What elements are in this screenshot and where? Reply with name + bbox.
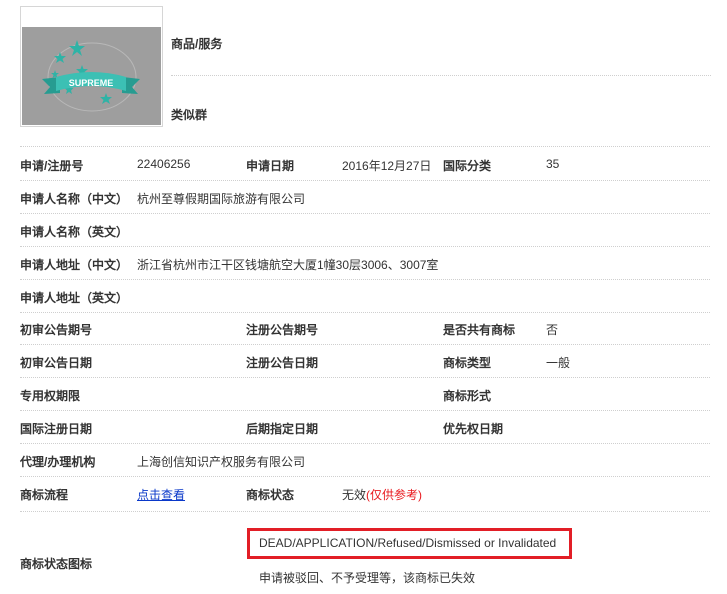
- status-chinese-text: 申请被驳回、不予受理等，该商标已失效: [259, 571, 476, 585]
- application-number-label: 申请/注册号: [20, 159, 84, 173]
- later-designation-date-label: 后期指定日期: [246, 422, 319, 436]
- applicant-address-en-label: 申请人地址（英文）: [20, 291, 129, 305]
- logo-ribbon-text: SUPREME: [69, 78, 114, 88]
- application-date-value: 2016年12月27日: [342, 159, 432, 173]
- info-row-applicant-name-en: 申请人名称（英文）: [20, 214, 710, 247]
- exclusive-period-label: 专用权期限: [20, 389, 81, 403]
- applicant-name-cn-value: 杭州至尊假期国际旅游有限公司: [137, 192, 306, 206]
- info-row-applicant-address-cn: 申请人地址（中文） 浙江省杭州市江干区钱塘航空大厦1幢30层3006、3007室: [20, 247, 710, 280]
- mark-status-value: 无效(仅供参考): [342, 488, 423, 502]
- application-date-label: 申请日期: [246, 159, 295, 173]
- info-row-application-number: 申请/注册号 22406256 申请日期 2016年12月27日 国际分类 35: [20, 148, 710, 181]
- trademark-image-frame: SUPREME: [20, 6, 163, 127]
- info-row-announcement-issue: 初审公告期号 注册公告期号 是否共有商标 否: [20, 312, 710, 345]
- info-row-announcement-date: 初审公告日期 注册公告日期 商标类型 一般: [20, 345, 710, 378]
- applicant-address-cn-label: 申请人地址（中文）: [20, 258, 129, 272]
- info-row-agency: 代理/办理机构 上海创信知识产权服务有限公司: [20, 444, 710, 477]
- prelim-date-label: 初审公告日期: [20, 356, 93, 370]
- applicant-name-en-label: 申请人名称（英文）: [20, 225, 129, 239]
- agency-label: 代理/办理机构: [20, 455, 96, 469]
- intl-class-label: 国际分类: [443, 159, 492, 173]
- status-icon-label: 商标状态图标: [20, 557, 93, 571]
- view-process-link[interactable]: 点击查看: [137, 486, 185, 503]
- shared-mark-label: 是否共有商标: [443, 323, 516, 337]
- mark-type-label: 商标类型: [443, 356, 492, 370]
- similar-group-label: 类似群: [171, 108, 208, 122]
- trademark-logo: SUPREME: [22, 27, 161, 125]
- reg-issue-label: 注册公告期号: [246, 323, 319, 337]
- agency-value: 上海创信知识产权服务有限公司: [137, 455, 306, 469]
- divider: [20, 146, 710, 147]
- reference-note: (仅供参考): [366, 488, 423, 502]
- info-row-applicant-address-en: 申请人地址（英文）: [20, 280, 710, 313]
- status-english-text: DEAD/APPLICATION/Refused/Dismissed or In…: [259, 536, 557, 550]
- applicant-address-cn-value: 浙江省杭州市江干区钱塘航空大厦1幢30层3006、3007室: [137, 258, 439, 272]
- divider: [171, 75, 711, 76]
- shared-mark-value: 否: [546, 323, 559, 337]
- intl-class-value: 35: [546, 157, 560, 171]
- goods-services-label: 商品/服务: [171, 37, 223, 51]
- info-row-process: 商标流程 点击查看 商标状态 无效(仅供参考): [20, 477, 710, 512]
- mark-form-label: 商标形式: [443, 389, 492, 403]
- mark-status-label: 商标状态: [246, 488, 295, 502]
- prelim-issue-label: 初审公告期号: [20, 323, 93, 337]
- reg-date-label: 注册公告日期: [246, 356, 319, 370]
- info-row-exclusive-right: 专用权期限 商标形式: [20, 378, 710, 411]
- applicant-name-cn-label: 申请人名称（中文）: [20, 192, 129, 206]
- priority-date-label: 优先权日期: [443, 422, 504, 436]
- info-row-intl-dates: 国际注册日期 后期指定日期 优先权日期: [20, 411, 710, 444]
- intl-reg-date-label: 国际注册日期: [20, 422, 93, 436]
- mark-type-value: 一般: [546, 356, 571, 370]
- process-label: 商标流程: [20, 488, 69, 502]
- info-row-applicant-name-cn: 申请人名称（中文） 杭州至尊假期国际旅游有限公司: [20, 181, 710, 214]
- application-number-value: 22406256: [137, 157, 191, 171]
